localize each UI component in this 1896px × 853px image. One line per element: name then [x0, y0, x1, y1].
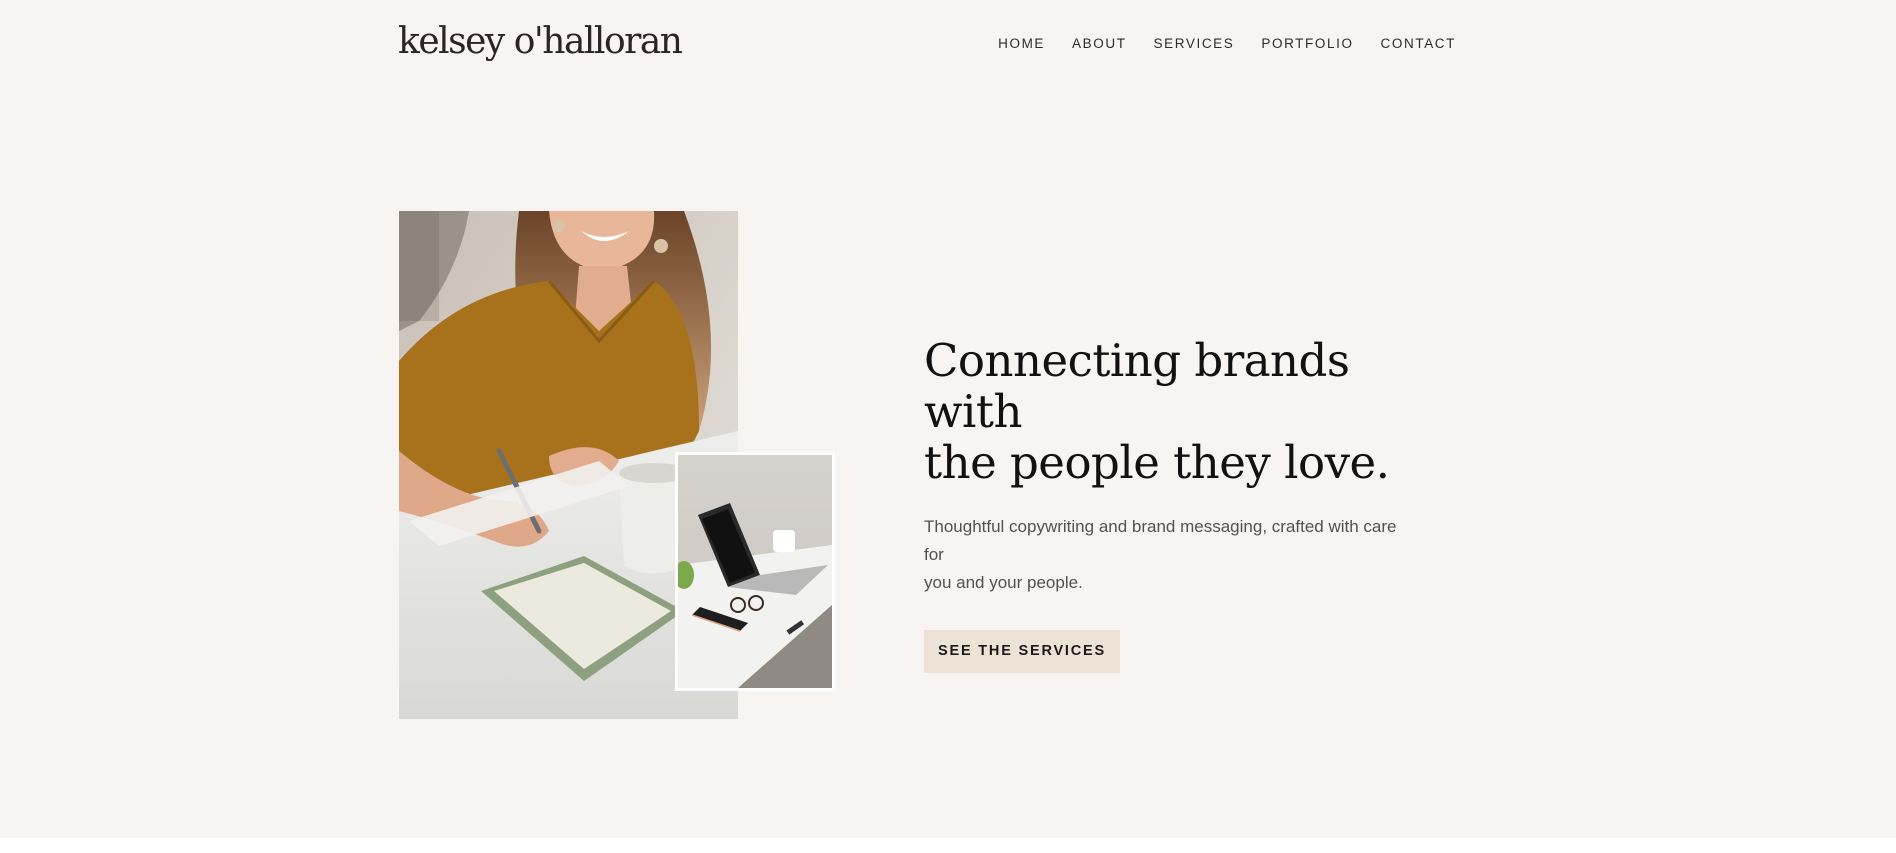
nav-about[interactable]: ABOUT — [1072, 35, 1127, 53]
hero-title-line1: Connecting brands with — [924, 334, 1350, 438]
hero-title: Connecting brands with the people they l… — [924, 335, 1424, 488]
hero-subtitle-line1: Thoughtful copywriting and brand messagi… — [924, 517, 1397, 564]
hero-content: Connecting brands with the people they l… — [924, 335, 1424, 673]
nav-portfolio[interactable]: PORTFOLIO — [1261, 35, 1353, 53]
hero-photo-laptop — [675, 452, 835, 691]
nav-contact[interactable]: CONTACT — [1381, 35, 1456, 53]
hero-title-line2: the people they love. — [924, 436, 1390, 489]
nav-home[interactable]: HOME — [998, 35, 1045, 53]
see-services-button[interactable]: SEE THE SERVICES — [924, 630, 1120, 673]
hero-subtitle-line2: you and your people. — [924, 573, 1083, 592]
nav-services[interactable]: SERVICES — [1154, 35, 1235, 53]
site-logo[interactable]: kelsey o'halloran — [398, 18, 683, 66]
site-header: kelsey o'halloran HOME ABOUT SERVICES PO… — [0, 0, 1896, 90]
hero-subtitle: Thoughtful copywriting and brand messagi… — [924, 513, 1414, 597]
main-nav: HOME ABOUT SERVICES PORTFOLIO CONTACT — [971, 35, 1456, 53]
